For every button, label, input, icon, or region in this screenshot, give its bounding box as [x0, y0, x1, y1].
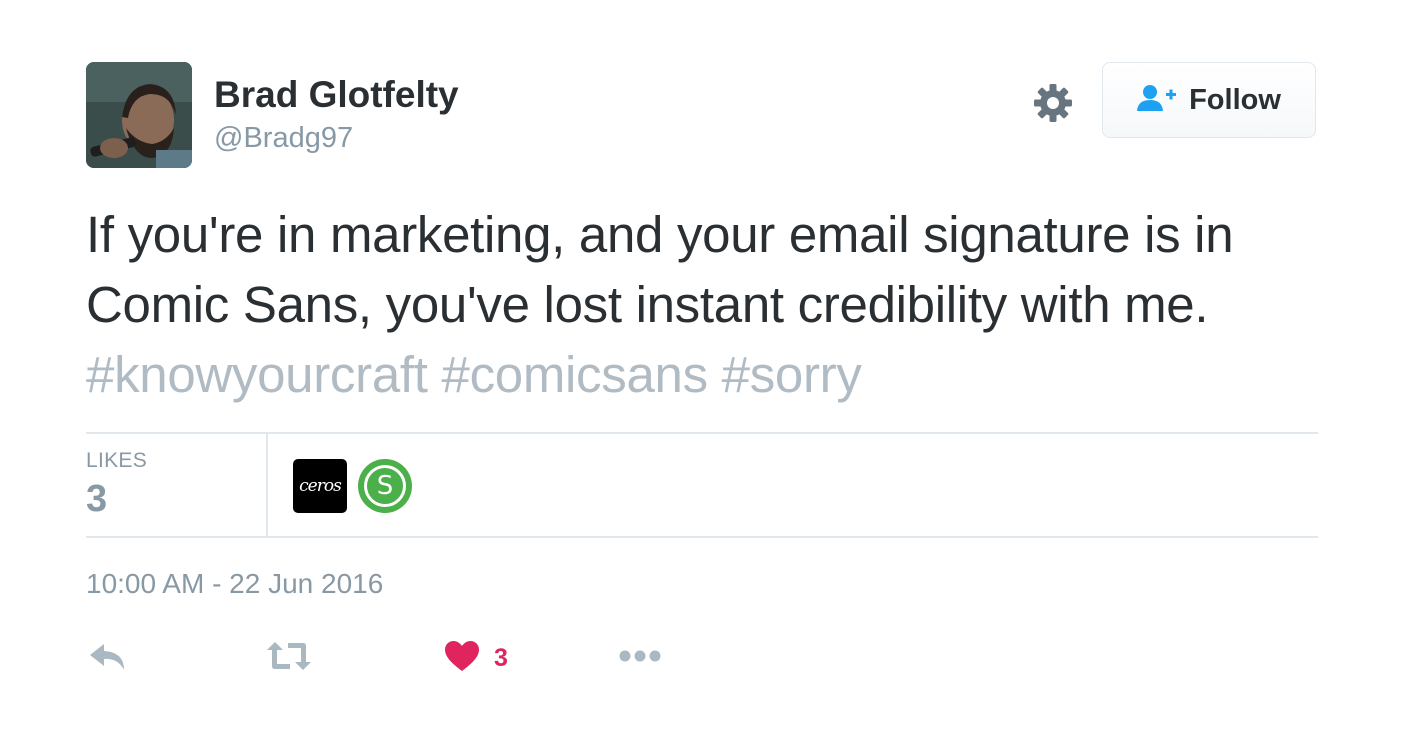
- tweet-body: If you're in marketing, and your email s…: [86, 206, 1234, 333]
- divider: [86, 432, 1318, 434]
- follow-label: Follow: [1189, 83, 1281, 116]
- likes-count[interactable]: 3: [86, 478, 107, 521]
- hashtag-link[interactable]: #comicsans: [442, 346, 709, 403]
- follow-user-icon: [1137, 84, 1177, 117]
- like-count: 3: [494, 643, 508, 672]
- user-handle[interactable]: @Bradg97: [214, 122, 353, 155]
- follow-button[interactable]: Follow: [1102, 62, 1316, 138]
- timestamp[interactable]: 10:00 AM - 22 Jun 2016: [86, 568, 383, 600]
- liker-label: S: [376, 471, 394, 501]
- divider: [266, 434, 268, 536]
- reply-icon: [88, 640, 128, 677]
- more-button[interactable]: [618, 636, 662, 680]
- settings-gear-icon[interactable]: [1031, 81, 1075, 125]
- likes-label[interactable]: LIKES: [86, 449, 147, 473]
- more-icon: [618, 649, 662, 668]
- user-name[interactable]: Brad Glotfelty: [214, 74, 459, 116]
- like-button[interactable]: 3: [444, 636, 508, 680]
- retweet-button[interactable]: [266, 636, 312, 680]
- avatar[interactable]: [86, 62, 192, 168]
- reply-button[interactable]: [88, 636, 128, 680]
- retweet-icon: [266, 640, 312, 677]
- liker-label: ceros: [299, 476, 342, 496]
- heart-icon: [444, 640, 480, 677]
- divider: [86, 536, 1318, 538]
- liker-avatar[interactable]: ceros: [293, 459, 347, 513]
- liker-avatar[interactable]: S: [358, 459, 412, 513]
- hashtag-link[interactable]: #sorry: [722, 346, 862, 403]
- hashtag-link[interactable]: #knowyourcraft: [86, 346, 428, 403]
- tweet-text: If you're in marketing, and your email s…: [86, 200, 1326, 410]
- tweet-card: Brad Glotfelty @Bradg97 Follow If you're…: [0, 0, 1404, 744]
